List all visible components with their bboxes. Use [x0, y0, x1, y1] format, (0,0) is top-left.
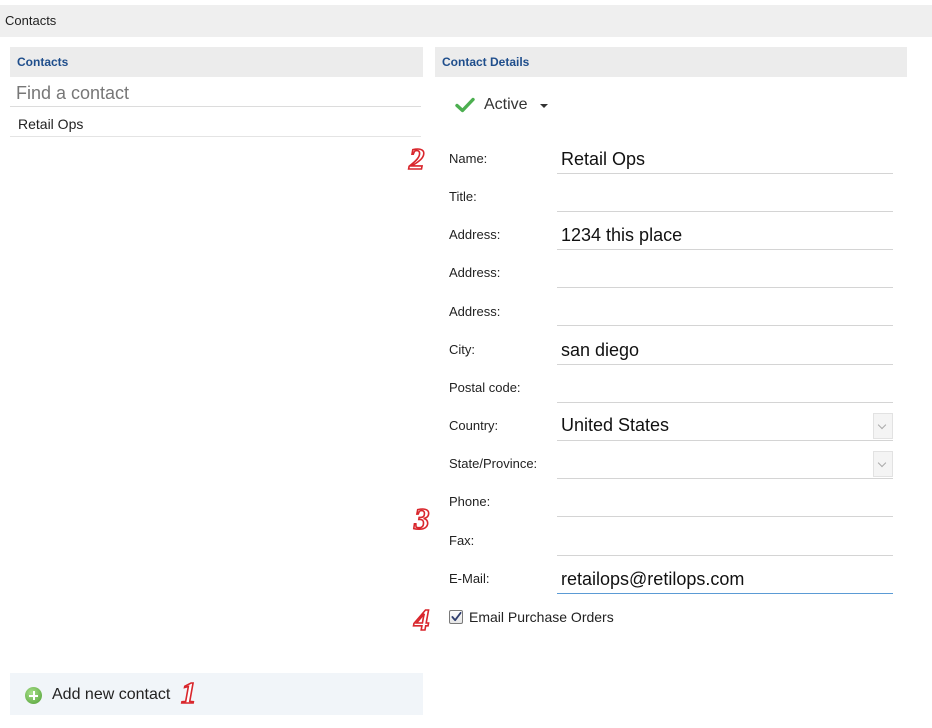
add-new-contact-label: Add new contact	[52, 686, 171, 703]
email-purchase-orders-label: Email Purchase Orders	[469, 609, 614, 625]
address1-label: Address:	[449, 227, 501, 242]
chevron-down-icon[interactable]	[873, 413, 893, 439]
plus-circle-icon	[25, 687, 42, 704]
callout-1: 1	[180, 675, 197, 710]
name-input[interactable]	[557, 146, 893, 174]
contact-details-header: Contact Details	[435, 47, 907, 77]
add-new-contact-button[interactable]: Add new contact	[10, 673, 423, 715]
country-value: United States	[561, 415, 670, 435]
phone-input[interactable]	[557, 489, 893, 517]
fax-label: Fax:	[449, 533, 475, 548]
state-select[interactable]	[557, 451, 893, 479]
callout-4: 4	[413, 602, 430, 637]
phone-label: Phone:	[449, 494, 491, 509]
city-input[interactable]	[557, 337, 893, 365]
address1-input[interactable]	[557, 222, 893, 250]
caret-down-icon	[540, 104, 548, 108]
checkmark-icon	[455, 97, 475, 113]
callout-3: 3	[413, 501, 430, 536]
chevron-down-icon[interactable]	[873, 451, 893, 477]
contact-search-input[interactable]	[10, 80, 421, 107]
postal-code-input[interactable]	[557, 375, 893, 403]
checkmark-icon	[451, 611, 462, 622]
city-label: City:	[449, 342, 475, 357]
callout-2: 2	[408, 141, 425, 176]
state-label: State/Province:	[449, 456, 538, 471]
address2-label: Address:	[449, 265, 501, 280]
email-input[interactable]	[557, 566, 893, 594]
address2-input[interactable]	[557, 260, 893, 288]
window-title: Contacts	[0, 5, 932, 37]
country-select[interactable]: United States	[557, 413, 893, 441]
email-label: E-Mail:	[449, 571, 490, 586]
address3-label: Address:	[449, 304, 501, 319]
contact-list-item[interactable]: Retail Ops	[10, 111, 421, 137]
title-label: Title:	[449, 189, 477, 204]
country-label: Country:	[449, 418, 499, 433]
fax-input[interactable]	[557, 528, 893, 556]
postal-code-label: Postal code:	[449, 380, 521, 395]
title-input[interactable]	[557, 184, 893, 212]
name-label: Name:	[449, 151, 488, 166]
status-label: Active	[484, 96, 528, 113]
address3-input[interactable]	[557, 298, 893, 326]
email-purchase-orders-checkbox[interactable]	[449, 610, 463, 624]
contacts-panel-header: Contacts	[10, 47, 423, 77]
